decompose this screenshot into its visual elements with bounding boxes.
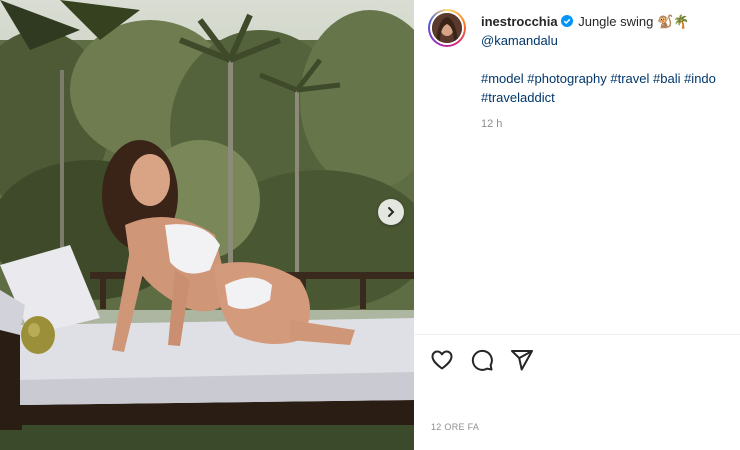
jungle-photo-illustration — [0, 0, 414, 450]
next-photo-button[interactable] — [378, 199, 404, 225]
divider — [414, 334, 740, 335]
hashtag-traveladdict[interactable]: #traveladdict — [481, 90, 555, 105]
verified-badge-icon — [560, 13, 573, 27]
avatar-image — [432, 13, 462, 43]
heart-icon — [431, 350, 453, 370]
share-button[interactable] — [510, 348, 536, 374]
post-details-panel: inestrocchia Jungle swing 🐒🌴 @kamandalu … — [414, 0, 740, 450]
caption-timestamp: 12 h — [481, 118, 503, 130]
mention-link[interactable]: @kamandalu — [481, 33, 558, 48]
caption-emojis: 🐒🌴 — [657, 14, 690, 29]
post-photo[interactable] — [0, 0, 414, 450]
comment-button[interactable] — [470, 348, 496, 374]
like-button[interactable] — [430, 348, 456, 374]
username-link[interactable]: inestrocchia — [481, 14, 558, 29]
comment-icon — [471, 349, 493, 371]
caption-text: Jungle swing — [578, 14, 654, 29]
hashtags-line[interactable]: #model #photography #travel #bali #indo — [481, 71, 716, 86]
paper-plane-icon — [511, 350, 533, 371]
action-bar — [430, 348, 536, 374]
chevron-right-icon — [388, 207, 395, 217]
avatar[interactable] — [428, 9, 466, 47]
post-caption: inestrocchia Jungle swing 🐒🌴 @kamandalu … — [481, 12, 740, 107]
post-date: 12 ORE FA — [431, 422, 480, 432]
